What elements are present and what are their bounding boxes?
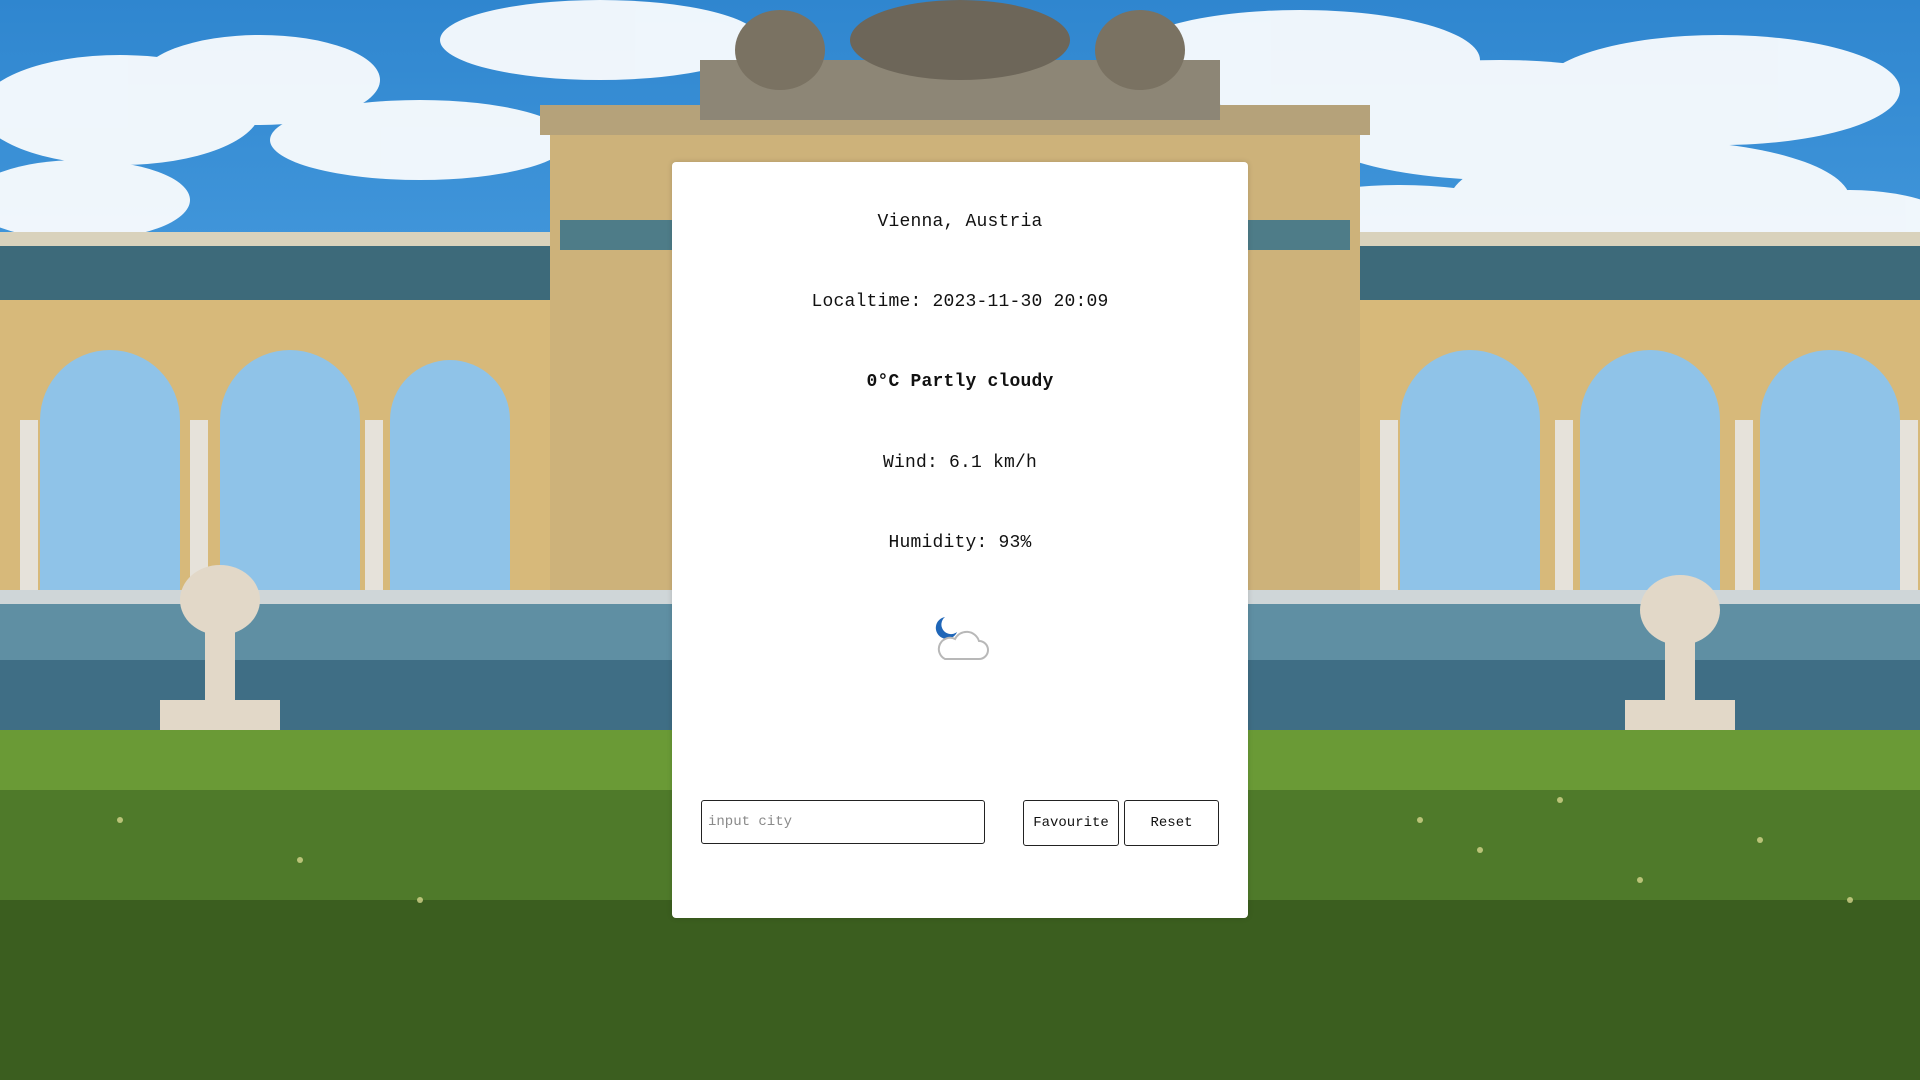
favourite-button[interactable]: Favourite	[1023, 800, 1119, 846]
city-search-input[interactable]	[701, 800, 985, 844]
location-text: Vienna, Austria	[877, 212, 1043, 232]
wind-text: Wind: 6.1 km/h	[882, 453, 1038, 473]
temperature-condition-text: 0°C Partly cloudy	[866, 372, 1054, 392]
reset-button[interactable]: Reset	[1124, 800, 1219, 846]
partly-cloudy-night-icon	[931, 613, 991, 667]
humidity-text: Humidity: 93%	[888, 533, 1032, 553]
weather-card: Vienna, Austria Localtime: 2023-11-30 20…	[672, 162, 1248, 918]
localtime-text: Localtime: 2023-11-30 20:09	[811, 292, 1109, 312]
